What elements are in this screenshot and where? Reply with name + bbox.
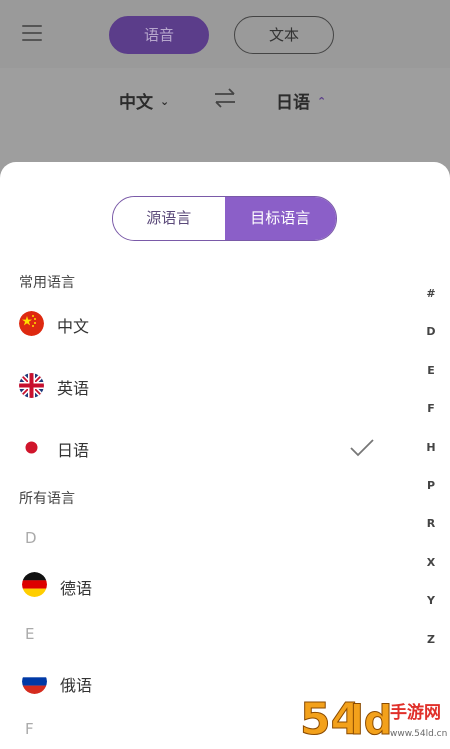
svg-text:手游网: 手游网 (390, 702, 441, 723)
index-letter[interactable]: D (420, 325, 442, 363)
target-language-label: 日语 (276, 93, 310, 113)
chevron-up-icon: ⌃ (317, 95, 327, 108)
index-letter[interactable]: # (420, 287, 442, 325)
common-languages-heading: 常用语言 (19, 275, 75, 291)
source-language-label: 中文 (119, 93, 153, 113)
letter-heading-f: F (25, 720, 34, 738)
language-label: 英语 (57, 379, 90, 398)
uk-flag-icon (19, 373, 44, 398)
check-icon (350, 439, 374, 457)
china-flag-icon (19, 311, 44, 336)
language-item-japanese[interactable]: 日语 (0, 422, 400, 472)
alphabet-index: # D E F H P R X Y Z (420, 287, 442, 671)
language-label: 中文 (57, 317, 90, 336)
language-bar (0, 68, 450, 162)
index-letter[interactable]: F (420, 402, 442, 440)
tab-source-language[interactable]: 源语言 (113, 197, 225, 240)
letter-heading-e: E (25, 625, 35, 643)
svg-text:www.54ld.cn: www.54ld.cn (390, 729, 447, 739)
text-mode-button[interactable]: 文本 (234, 16, 334, 54)
tab-target-language[interactable]: 目标语言 (224, 197, 336, 240)
all-languages-heading: 所有语言 (19, 491, 75, 507)
language-label: 德语 (60, 579, 93, 598)
swap-languages-icon[interactable] (214, 88, 236, 108)
watermark-logo: 54 ld 手游网 www.54ld.cn (300, 694, 447, 746)
menu-icon[interactable] (22, 25, 42, 43)
chevron-down-icon: ⌄ (160, 95, 170, 108)
index-letter[interactable]: E (420, 364, 442, 402)
top-bar: 语音 文本 (0, 0, 450, 68)
japan-flag-icon (19, 435, 44, 460)
index-letter[interactable]: R (420, 517, 442, 555)
source-language-selector[interactable]: 中文 ⌄ (119, 88, 169, 113)
language-label: 俄语 (60, 676, 93, 695)
index-letter[interactable]: X (420, 556, 442, 594)
language-direction-tabs: 源语言 目标语言 (112, 196, 337, 241)
target-language-selector[interactable]: 日语 ⌃ (276, 88, 326, 113)
language-item-german[interactable]: 德语 (0, 560, 400, 610)
language-label: 日语 (57, 441, 90, 460)
index-letter[interactable]: Z (420, 633, 442, 671)
voice-mode-button[interactable]: 语音 (109, 16, 209, 54)
germany-flag-icon (22, 572, 47, 597)
index-letter[interactable]: Y (420, 594, 442, 632)
index-letter[interactable]: H (420, 441, 442, 479)
language-item-english[interactable]: 英语 (0, 360, 400, 410)
russia-flag-icon (22, 669, 47, 694)
svg-text:ld: ld (350, 698, 392, 744)
index-letter[interactable]: P (420, 479, 442, 517)
letter-heading-d: D (25, 529, 37, 547)
language-item-chinese[interactable]: 中文 (0, 298, 400, 348)
